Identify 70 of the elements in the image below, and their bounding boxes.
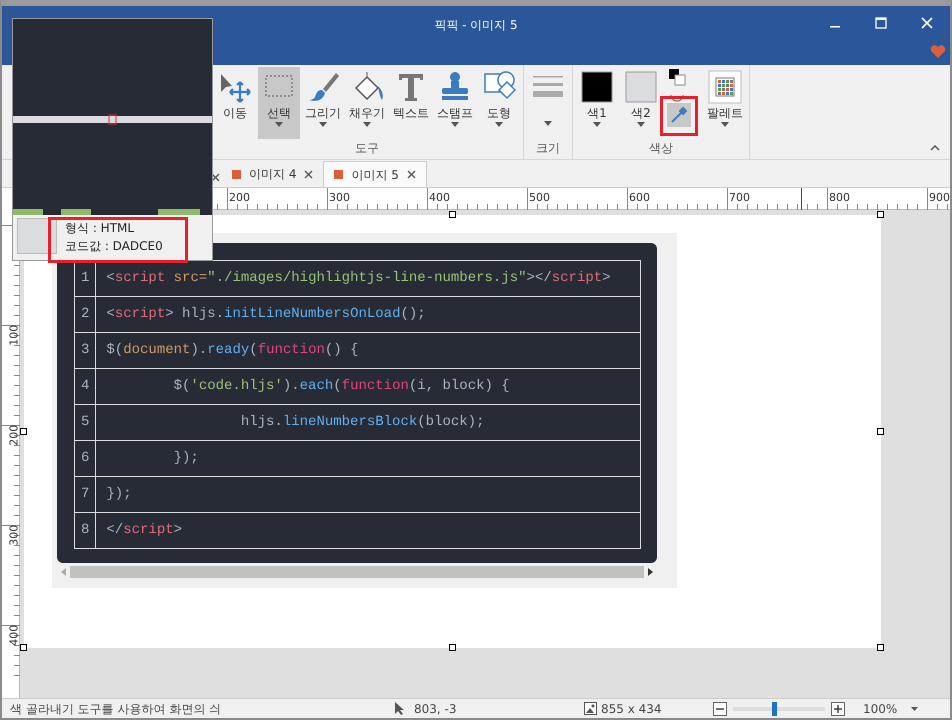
line-number: 2 — [74, 296, 96, 332]
document-tab[interactable]: 이미지 4 — [222, 161, 324, 187]
tab-close-icon[interactable] — [406, 170, 416, 179]
line-number: 7 — [74, 476, 96, 512]
line-number: 8 — [74, 512, 96, 548]
ruler-label: 200 — [6, 424, 22, 446]
line-number: 6 — [74, 440, 96, 476]
ruler-label: 400 — [429, 190, 450, 206]
group-label: 크기 — [535, 140, 561, 157]
line-number: 5 — [74, 404, 96, 440]
resize-handle[interactable] — [877, 211, 884, 218]
tab-close-icon[interactable] — [304, 170, 314, 178]
resize-handle[interactable] — [448, 644, 456, 651]
color-code: 코드값 : DADCE0 — [65, 238, 163, 254]
group-label: 색상 — [648, 140, 674, 157]
image-tab-icon — [334, 170, 344, 179]
color-format: 형식 : HTML — [65, 220, 136, 236]
select-tool[interactable]: 선택 — [258, 67, 300, 139]
ruler-label: 800 — [829, 190, 850, 206]
resize-handle[interactable] — [20, 644, 27, 651]
palette-icon — [708, 70, 742, 104]
resize-handle[interactable] — [448, 211, 456, 218]
collapse-ribbon-icon[interactable] — [930, 145, 940, 151]
ruler-label: 900 — [929, 190, 950, 206]
stamp-tool[interactable]: 스탬프 — [434, 67, 476, 139]
minus-icon — [716, 708, 724, 710]
color-two-button[interactable]: 색2 — [620, 67, 662, 139]
palette-button[interactable]: 팔레트 — [704, 67, 746, 139]
ruler-label: 400 — [6, 624, 22, 646]
highlight-frame — [660, 96, 698, 136]
resize-handle[interactable] — [877, 428, 884, 434]
ruler-label: 300 — [6, 524, 22, 546]
fill-tool[interactable]: 채우기 — [346, 67, 388, 139]
plus-icon — [834, 704, 842, 712]
image-size-icon — [584, 702, 597, 715]
text-tool[interactable]: 텍스트 — [390, 67, 432, 139]
scrollbar-thumb[interactable] — [70, 566, 644, 578]
line-number: 4 — [74, 368, 96, 404]
resize-handle[interactable] — [20, 428, 27, 434]
image-size: 855 x 434 — [601, 700, 663, 718]
draw-tool[interactable]: 그리기 — [302, 67, 344, 139]
ruler-label: 600 — [629, 190, 650, 206]
color-swatch — [624, 70, 658, 104]
cursor-icon — [395, 702, 404, 715]
shape-tool[interactable]: 도형 — [478, 67, 520, 139]
zoom-out-button[interactable] — [713, 702, 727, 716]
line-number: 3 — [74, 332, 96, 368]
ruler-label: 200 — [229, 190, 250, 206]
picked-color-swatch — [17, 218, 57, 254]
eyedropper-button[interactable] — [667, 103, 691, 127]
resize-handle[interactable] — [877, 644, 884, 651]
zoom-level[interactable]: 100% — [863, 700, 898, 718]
document-tab[interactable]: 이미지 5 — [323, 161, 427, 187]
ruler-label: 300 — [329, 190, 350, 206]
image-tab-icon — [232, 170, 241, 178]
ruler-label: 500 — [529, 190, 550, 206]
group-label: 도구 — [354, 140, 380, 157]
zoom-in-button[interactable] — [831, 702, 845, 716]
cursor-position: 803, -3 — [414, 700, 458, 718]
close-icon — [921, 17, 933, 29]
ruler-label: 100 — [6, 324, 22, 346]
minimize-icon — [830, 26, 840, 28]
window-title: 픽픽 - 이미지 5 — [433, 17, 519, 34]
color-swatch — [580, 70, 614, 104]
status-message: 색 골라내기 도구를 사용하여 화면의 싀 — [10, 700, 222, 718]
move-tool[interactable]: 이동 — [214, 67, 256, 139]
scroll-right-icon[interactable] — [648, 568, 653, 576]
ruler-label: 700 — [729, 190, 750, 206]
color-one-button[interactable]: 색1 — [576, 67, 618, 139]
maximize-icon — [875, 17, 887, 29]
